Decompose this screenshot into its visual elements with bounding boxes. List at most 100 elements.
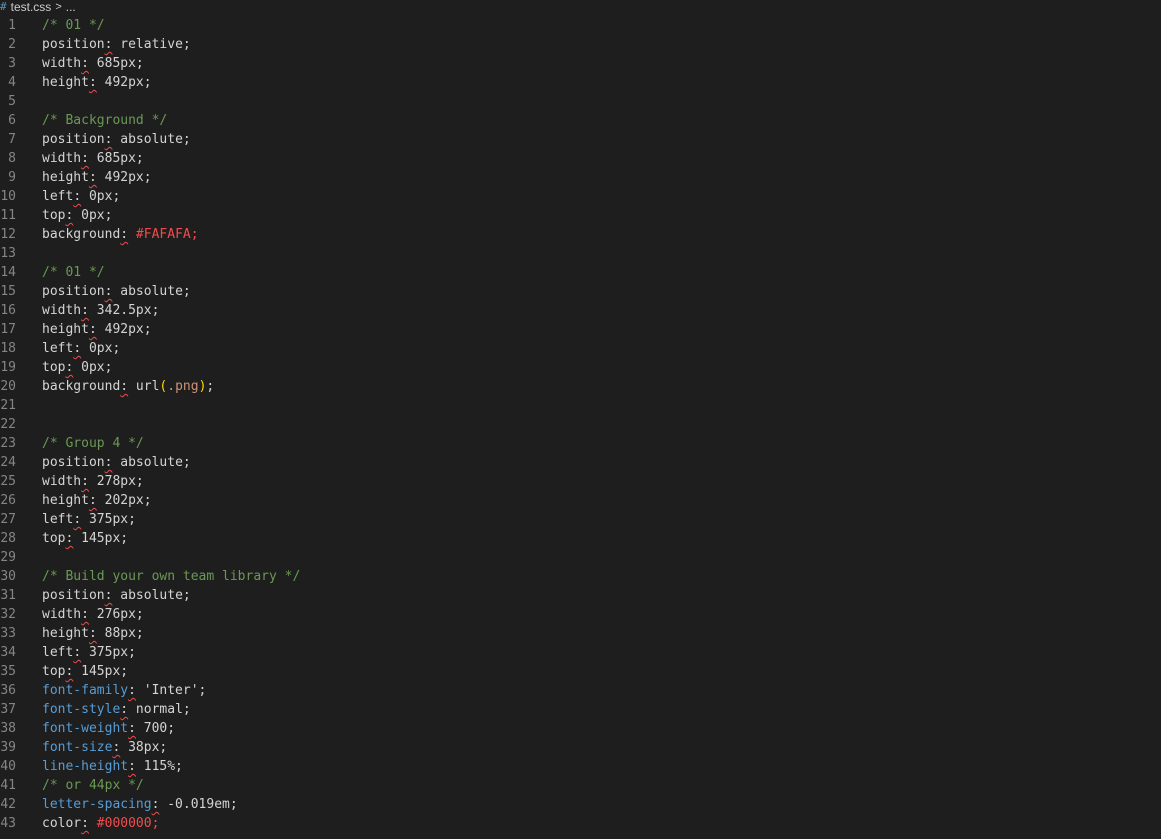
code-line[interactable]: 5	[0, 92, 1161, 111]
code-line[interactable]: 35 top: 145px;	[0, 662, 1161, 681]
code-line[interactable]: 12 background: #FAFAFA;	[0, 225, 1161, 244]
code-line[interactable]: 41 /* or 44px */	[0, 776, 1161, 795]
code-line[interactable]: 16 width: 342.5px;	[0, 301, 1161, 320]
code-text: font-size: 38px;	[42, 738, 167, 757]
code-line[interactable]: 14 /* 01 */	[0, 263, 1161, 282]
code-line[interactable]: 32 width: 276px;	[0, 605, 1161, 624]
colon-error-squiggle: :	[81, 151, 89, 166]
code-text: font-family: 'Inter';	[42, 681, 206, 700]
code-line[interactable]: 20 background: url(.png);	[0, 377, 1161, 396]
code-line[interactable]: 11 top: 0px;	[0, 206, 1161, 225]
code-line[interactable]: 18 left: 0px;	[0, 339, 1161, 358]
code-text: /* 01 */	[42, 263, 105, 282]
css-property: height	[42, 626, 89, 641]
css-value: 0px;	[81, 341, 121, 356]
code-text: letter-spacing: -0.019em;	[42, 795, 238, 814]
code-line[interactable]: 19 top: 0px;	[0, 358, 1161, 377]
code-line[interactable]: 13	[0, 244, 1161, 263]
css-value: absolute;	[112, 588, 191, 603]
css-value: 0px;	[81, 189, 121, 204]
css-value: 492px;	[96, 75, 152, 90]
css-property: position	[42, 588, 105, 603]
code-line[interactable]: 17 height: 492px;	[0, 320, 1161, 339]
code-line[interactable]: 39 font-size: 38px;	[0, 738, 1161, 757]
colon-error-squiggle: :	[73, 645, 82, 660]
line-number: 32	[0, 607, 16, 622]
line-number: 5	[8, 94, 16, 109]
code-line[interactable]: 6 /* Background */	[0, 111, 1161, 130]
breadcrumb[interactable]: # test.css > ...	[0, 0, 76, 14]
code-line[interactable]: 15 position: absolute;	[0, 282, 1161, 301]
css-value: 700;	[135, 721, 176, 736]
css-url-argument: .png	[167, 379, 199, 394]
code-line[interactable]: 42 letter-spacing: -0.019em;	[0, 795, 1161, 814]
css-value: 685px;	[88, 151, 144, 166]
css-property: font-style	[42, 702, 121, 717]
code-line[interactable]: 7 position: absolute;	[0, 130, 1161, 149]
css-property: font-family	[42, 683, 129, 698]
code-line[interactable]: 8 width: 685px;	[0, 149, 1161, 168]
code-line[interactable]: 25 width: 278px;	[0, 472, 1161, 491]
code-line[interactable]: 10 left: 0px;	[0, 187, 1161, 206]
css-value: 492px;	[96, 322, 152, 337]
css-comment: /* Group 4 */	[42, 436, 144, 451]
line-number: 38	[0, 721, 16, 736]
code-line[interactable]: 26 height: 202px;	[0, 491, 1161, 510]
css-property: position	[42, 284, 105, 299]
line-number: 7	[8, 132, 16, 147]
code-line[interactable]: 31 position: absolute;	[0, 586, 1161, 605]
code-line[interactable]: 4 height: 492px;	[0, 73, 1161, 92]
css-property: position	[42, 37, 105, 52]
code-line[interactable]: 1 /* 01 */	[0, 16, 1161, 35]
code-line[interactable]: 28 top: 145px;	[0, 529, 1161, 548]
breadcrumb-file[interactable]: test.css	[11, 0, 52, 14]
code-line[interactable]: 9 height: 492px;	[0, 168, 1161, 187]
line-number: 43	[0, 816, 16, 831]
code-text: /* Build your own team library */	[42, 567, 300, 586]
code-line[interactable]: 30 /* Build your own team library */	[0, 567, 1161, 586]
code-line[interactable]: 36 font-family: 'Inter';	[0, 681, 1161, 700]
colon-error-squiggle: :	[128, 721, 136, 736]
code-line[interactable]: 37 font-style: normal;	[0, 700, 1161, 719]
css-property: height	[42, 75, 89, 90]
code-line[interactable]: 22	[0, 415, 1161, 434]
css-value: absolute;	[112, 132, 191, 147]
code-line[interactable]: 43 color: #000000;	[0, 814, 1161, 833]
colon-error-squiggle: :	[128, 759, 136, 774]
code-line[interactable]: 3 width: 685px;	[0, 54, 1161, 73]
code-line[interactable]: 40 line-height: 115%;	[0, 757, 1161, 776]
css-property: top	[42, 208, 66, 223]
colon-error-squiggle: :	[88, 322, 97, 337]
code-line[interactable]: 38 font-weight: 700;	[0, 719, 1161, 738]
css-property: top	[42, 664, 66, 679]
css-property: height	[42, 493, 89, 508]
code-text: height: 88px;	[42, 624, 144, 643]
css-property: color	[42, 816, 82, 831]
line-number: 3	[8, 56, 16, 71]
code-line[interactable]: 33 height: 88px;	[0, 624, 1161, 643]
code-line[interactable]: 27 left: 375px;	[0, 510, 1161, 529]
code-text: height: 492px;	[42, 73, 152, 92]
colon-error-squiggle: :	[88, 170, 97, 185]
code-line[interactable]: 21	[0, 396, 1161, 415]
breadcrumb-ellipsis[interactable]: ...	[66, 0, 76, 14]
line-number: 37	[0, 702, 16, 717]
colon-error-squiggle: :	[88, 75, 97, 90]
code-line[interactable]: 2 position: relative;	[0, 35, 1161, 54]
code-text: width: 276px;	[42, 605, 144, 624]
code-line[interactable]: 23 /* Group 4 */	[0, 434, 1161, 453]
line-number: 6	[8, 113, 16, 128]
css-property: background	[42, 227, 121, 242]
css-value: normal;	[128, 702, 191, 717]
colon-error-squiggle: :	[81, 816, 89, 831]
colon-error-squiggle: :	[128, 683, 136, 698]
css-function: url	[128, 379, 160, 394]
line-number: 22	[0, 417, 16, 432]
css-value: 115%;	[135, 759, 183, 774]
code-editor[interactable]: 1/* 01 */2 position: relative; 3 width: 685…	[0, 16, 1161, 839]
code-line[interactable]: 29	[0, 548, 1161, 567]
css-property: width	[42, 607, 82, 622]
code-line[interactable]: 34 left: 375px;	[0, 643, 1161, 662]
code-line[interactable]: 24 position: absolute;	[0, 453, 1161, 472]
line-number: 8	[8, 151, 16, 166]
